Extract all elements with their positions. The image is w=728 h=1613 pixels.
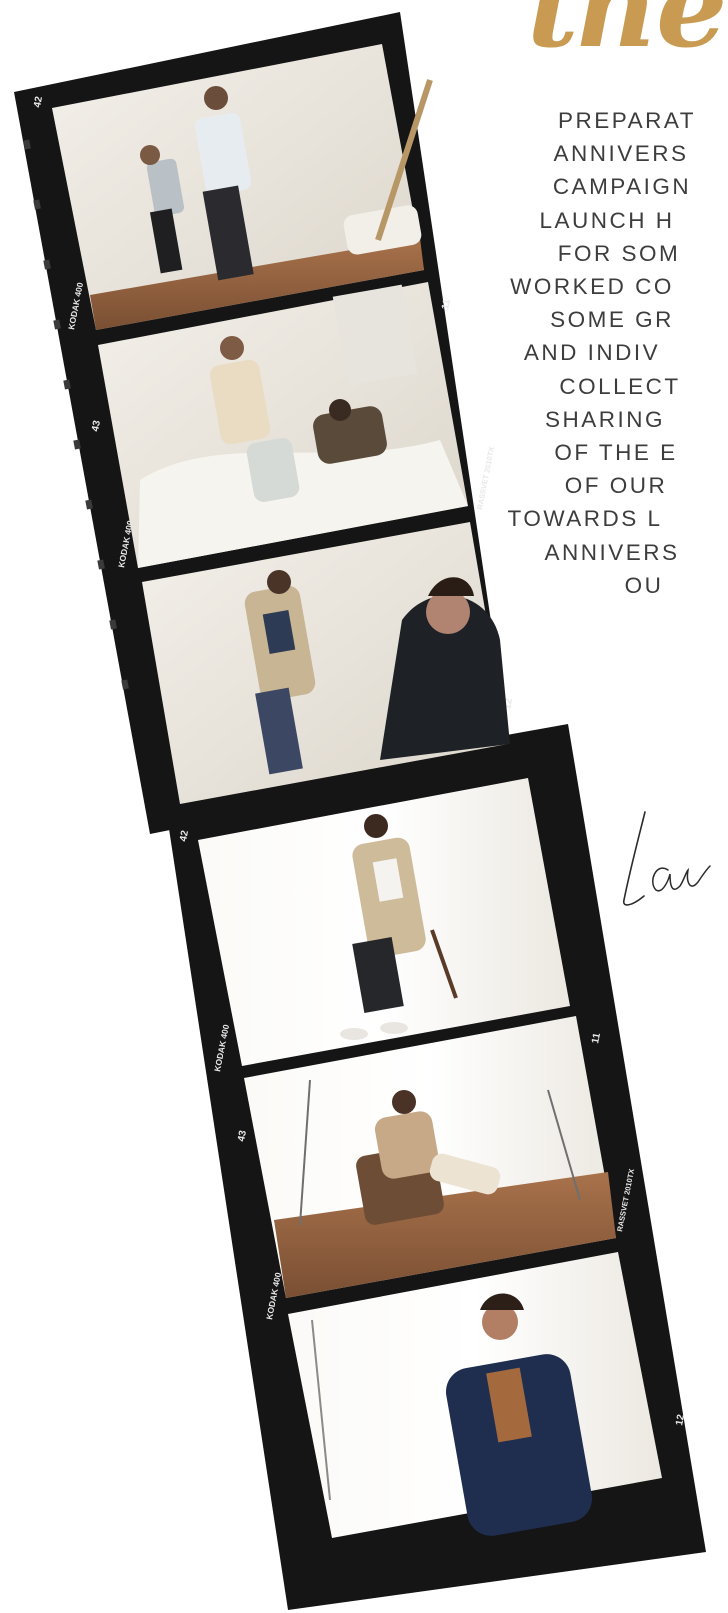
frame-number-label: 12 — [674, 1413, 687, 1426]
film-stock-label: RASSVET 2010TX — [475, 446, 496, 510]
film-strip: 42 KODAK 400 43 KODAK 400 RASSVET 2010TX… — [14, 12, 706, 1610]
frame-number-label: 11 — [440, 298, 453, 311]
